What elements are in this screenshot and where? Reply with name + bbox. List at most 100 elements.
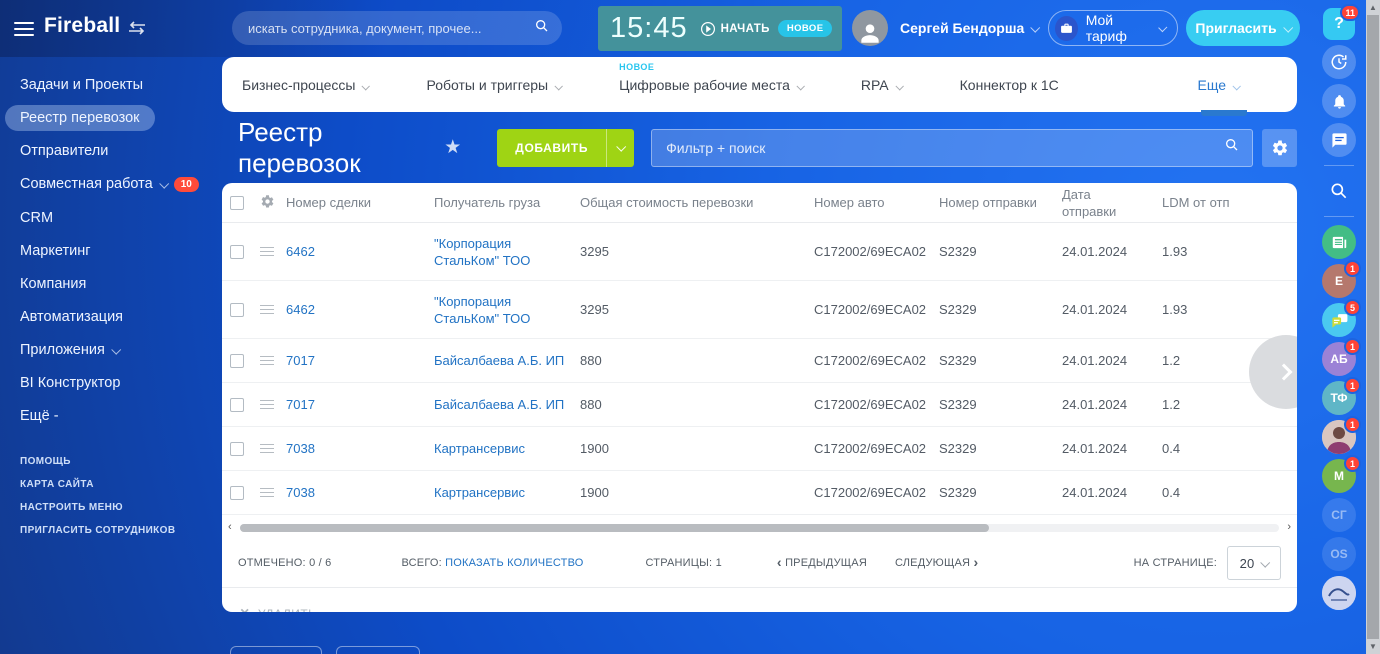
hscroll-thumb[interactable]	[240, 524, 989, 532]
row-menu-icon[interactable]	[260, 441, 274, 456]
user-os[interactable]: OS	[1322, 537, 1356, 571]
delete-selected-button[interactable]: × УДАЛИТЬ	[222, 587, 1297, 612]
grid-settings-button[interactable]	[1262, 129, 1297, 167]
col-header[interactable]: Номер авто	[814, 194, 939, 211]
sidebar-item[interactable]: Компания	[20, 274, 222, 294]
header-gear-icon[interactable]	[260, 194, 286, 212]
deal-link[interactable]: 7038	[286, 441, 434, 456]
horizontal-scrollbar[interactable]: ‹ ›	[232, 523, 1287, 533]
sidebar-item[interactable]: Приложения	[20, 340, 222, 360]
sidebar-item[interactable]: Маркетинг	[20, 241, 222, 261]
add-dropdown-caret[interactable]	[606, 129, 634, 167]
sidebar-item[interactable]: Совместная работа10	[20, 174, 222, 195]
sidebar-item[interactable]: CRM	[20, 208, 222, 228]
tariff-button[interactable]: Мой тариф	[1048, 10, 1178, 46]
row-menu-icon[interactable]	[260, 302, 274, 317]
select-all-checkbox[interactable]	[230, 196, 244, 210]
user-menu[interactable]: Сергей Бендорша	[900, 20, 1038, 36]
row-menu-icon[interactable]	[260, 353, 274, 368]
col-header[interactable]: Дата отправки	[1062, 186, 1162, 220]
col-header[interactable]: Номер сделки	[286, 194, 434, 211]
row-checkbox[interactable]	[230, 486, 244, 500]
col-header[interactable]: Номер отправки	[939, 194, 1062, 211]
sidebar-footer-item[interactable]: КАРТА САЙТА	[20, 479, 222, 490]
nav-tab[interactable]: Бизнес-процессы	[242, 77, 368, 93]
prev-page-button[interactable]: ‹ ПРЕДЫДУЩАЯ	[777, 557, 867, 569]
vscroll-thumb[interactable]	[1367, 15, 1379, 639]
deal-link[interactable]: 6462	[286, 302, 434, 317]
col-header[interactable]: LDM от отп	[1162, 194, 1297, 211]
nav-tab[interactable]: Еще	[1198, 77, 1240, 93]
show-count-link[interactable]: ПОКАЗАТЬ КОЛИЧЕСТВО	[445, 557, 583, 569]
recipient-link[interactable]: Байсалбаева А.Б. ИП	[434, 352, 580, 369]
user-m[interactable]: М1	[1322, 459, 1356, 493]
col-header[interactable]: Получатель груза	[434, 194, 580, 211]
scroll-up-icon[interactable]: ▲	[1366, 0, 1380, 15]
row-checkbox[interactable]	[230, 398, 244, 412]
user-tf[interactable]: ТФ1	[1322, 381, 1356, 415]
news-button[interactable]	[1322, 225, 1356, 259]
global-search-input[interactable]	[248, 21, 534, 36]
recipient-link[interactable]: "Корпорация СтальКом" ТОО	[434, 293, 580, 327]
deal-link[interactable]: 7017	[286, 353, 434, 368]
table-row[interactable]: 7038 Картрансервис 1900 C172002/69ECA02 …	[222, 471, 1297, 515]
deal-link[interactable]: 7017	[286, 397, 434, 412]
table-row[interactable]: 7017 Байсалбаева А.Б. ИП 880 C172002/69E…	[222, 339, 1297, 383]
next-page-button[interactable]: СЛЕДУЮЩАЯ ›	[895, 557, 978, 569]
table-row[interactable]: 6462 "Корпорация СтальКом" ТОО 3295 C172…	[222, 223, 1297, 281]
pulse-button[interactable]	[1322, 45, 1356, 79]
user-e[interactable]: E1	[1322, 264, 1356, 298]
search-button[interactable]	[1322, 174, 1356, 208]
table-row[interactable]: 6462 "Корпорация СтальКом" ТОО 3295 C172…	[222, 281, 1297, 339]
nav-tab[interactable]: Коннектор к 1С	[960, 77, 1059, 93]
sidebar-item[interactable]: BI Конструктор	[20, 373, 222, 393]
row-menu-icon[interactable]	[260, 244, 274, 259]
scroll-right-icon[interactable]: ›	[1287, 521, 1291, 533]
timer-start-button[interactable]: НАЧАТЬ	[700, 21, 770, 37]
nav-tab[interactable]: Роботы и триггеры	[426, 77, 561, 93]
deal-link[interactable]: 7038	[286, 485, 434, 500]
sidebar-footer-item[interactable]: ПРИГЛАСИТЬ СОТРУДНИКОВ	[20, 525, 222, 536]
sidebar-item[interactable]: Отправители	[20, 141, 222, 161]
table-row[interactable]: 7017 Байсалбаева А.Б. ИП 880 C172002/69E…	[222, 383, 1297, 427]
recipient-link[interactable]: "Корпорация СтальКом" ТОО	[434, 235, 580, 269]
sidebar-footer-item[interactable]: НАСТРОИТЬ МЕНЮ	[20, 502, 222, 513]
sidebar-item[interactable]: Реестр перевозок	[20, 108, 222, 128]
sidebar-toggle-icon[interactable]	[128, 21, 146, 40]
sidebar-item[interactable]: Автоматизация	[20, 307, 222, 327]
scroll-down-icon[interactable]: ▼	[1366, 639, 1380, 654]
scroll-left-icon[interactable]: ‹	[228, 521, 232, 533]
menu-icon[interactable]	[14, 18, 34, 40]
help-button[interactable]: ?11	[1323, 8, 1355, 40]
user-photo[interactable]: 1	[1322, 420, 1356, 454]
row-checkbox[interactable]	[230, 245, 244, 259]
user-avatar[interactable]	[852, 10, 888, 46]
user-ab[interactable]: АБ1	[1322, 342, 1356, 376]
favorite-star-icon[interactable]: ★	[444, 136, 461, 159]
nav-tab[interactable]: НОВОЕЦифровые рабочие места	[619, 77, 803, 93]
deal-link[interactable]: 6462	[286, 244, 434, 259]
task-timer[interactable]: 15:45 НАЧАТЬ НОВОЕ	[598, 6, 842, 51]
table-row[interactable]: 7038 Картрансервис 1900 C172002/69ECA02 …	[222, 427, 1297, 471]
filter-search-input[interactable]	[666, 140, 1224, 156]
nav-tab[interactable]: RPA	[861, 77, 902, 93]
chat-button[interactable]	[1322, 123, 1356, 157]
filter-search-icon[interactable]	[1224, 137, 1240, 158]
messenger-button[interactable]: 5	[1322, 303, 1356, 337]
add-button[interactable]: ДОБАВИТЬ	[497, 129, 634, 167]
workspace-logo[interactable]	[1322, 576, 1356, 610]
recipient-link[interactable]: Картрансервис	[434, 440, 580, 457]
row-menu-icon[interactable]	[260, 485, 274, 500]
row-checkbox[interactable]	[230, 303, 244, 317]
invite-button[interactable]: Пригласить	[1186, 10, 1300, 46]
notifications-button[interactable]	[1322, 84, 1356, 118]
page-scrollbar[interactable]: ▲ ▼	[1366, 0, 1380, 654]
row-menu-icon[interactable]	[260, 397, 274, 412]
sidebar-footer-item[interactable]: ПОМОЩЬ	[20, 456, 222, 467]
per-page-select[interactable]: 20	[1227, 546, 1281, 580]
col-header[interactable]: Общая стоимость перевозки	[580, 194, 814, 211]
search-icon[interactable]	[534, 18, 550, 39]
row-checkbox[interactable]	[230, 442, 244, 456]
sidebar-item[interactable]: Задачи и Проекты	[20, 75, 222, 95]
row-checkbox[interactable]	[230, 354, 244, 368]
